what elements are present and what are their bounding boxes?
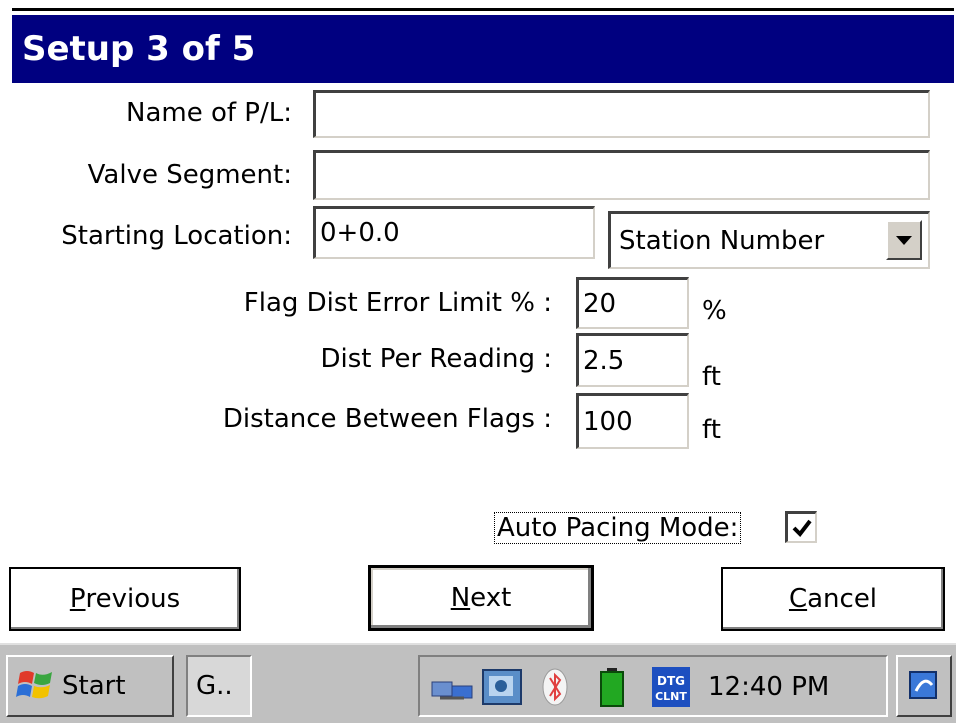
starting-location-label: Starting Location:	[61, 221, 292, 251]
window-title-bar: Setup 3 of 5	[12, 15, 954, 83]
chevron-down-icon	[896, 235, 912, 245]
auto-pacing-label[interactable]: Auto Pacing Mode:	[493, 512, 742, 544]
pl-name-input[interactable]	[313, 90, 930, 138]
previous-button-label: revious	[85, 584, 181, 614]
taskbar-app-label: G..	[196, 671, 233, 701]
svg-text:DTG: DTG	[657, 674, 685, 688]
previous-button[interactable]: Previous	[9, 567, 241, 631]
battery-icon[interactable]	[598, 666, 626, 708]
desktop-button[interactable]	[896, 655, 952, 717]
dist-between-flags-label: Distance Between Flags :	[222, 404, 552, 434]
dist-between-flags-input[interactable]: 100	[576, 393, 689, 449]
location-type-value: Station Number	[619, 225, 825, 256]
start-label: Start	[62, 671, 126, 701]
cancel-button-accesskey: C	[788, 584, 808, 614]
clock[interactable]: 12:40 PM	[708, 672, 829, 702]
taskbar-app-button[interactable]: G..	[186, 655, 252, 717]
dist-per-reading-unit: ft	[702, 362, 721, 392]
app-icon[interactable]	[481, 666, 525, 708]
bluetooth-icon[interactable]	[537, 666, 573, 708]
flag-error-label: Flag Dist Error Limit % :	[243, 288, 552, 318]
checkmark-icon	[792, 519, 812, 537]
pl-name-label: Name of P/L:	[126, 98, 292, 128]
previous-button-accesskey: P	[69, 584, 86, 614]
svg-text:CLNT: CLNT	[655, 690, 687, 703]
cancel-button-label: ancel	[807, 584, 878, 614]
dist-per-reading-label: Dist Per Reading :	[320, 344, 552, 374]
dropdown-arrow-button[interactable]	[886, 220, 922, 260]
starting-location-input[interactable]: 0+0.0	[313, 206, 595, 259]
window-title: Setup 3 of 5	[22, 29, 256, 69]
next-button-accesskey: N	[450, 583, 471, 613]
flag-error-input[interactable]: 20	[576, 277, 689, 329]
desktop-icon	[909, 671, 937, 699]
windows-flag-icon	[16, 671, 52, 699]
dtg-icon[interactable]: DTG CLNT	[651, 666, 691, 708]
flag-error-unit: %	[702, 296, 727, 326]
start-button[interactable]: Start	[6, 655, 174, 717]
auto-pacing-checkbox[interactable]	[785, 511, 817, 543]
location-type-dropdown[interactable]: Station Number	[608, 211, 930, 269]
next-button[interactable]: Next	[368, 565, 594, 631]
valve-segment-input[interactable]	[313, 150, 930, 200]
dist-between-flags-unit: ft	[702, 415, 721, 445]
cancel-button[interactable]: Cancel	[721, 567, 945, 631]
network-icon[interactable]	[430, 668, 476, 706]
valve-segment-label: Valve Segment:	[87, 160, 292, 190]
window-top-border	[12, 8, 954, 11]
dist-per-reading-input[interactable]: 2.5	[576, 333, 689, 387]
next-button-label: ext	[470, 583, 512, 613]
